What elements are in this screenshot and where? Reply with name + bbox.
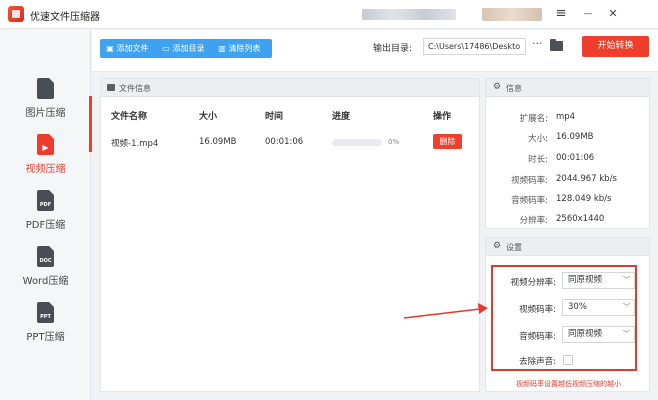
add-file-icon: ▣	[106, 44, 114, 53]
info-key: 视频码率:	[511, 176, 548, 186]
close-icon[interactable]: ✕	[605, 6, 621, 22]
select-value: 30%	[568, 302, 587, 312]
setting-key: 音频码率:	[519, 332, 556, 342]
bitrate-hint: 视频码率设置越低视频压缩的越小	[516, 380, 621, 388]
file-panel-header: 文件信息	[101, 79, 479, 97]
column-header-progress: 进度	[332, 112, 351, 122]
video-bitrate-select[interactable]: 30% ﹀	[562, 299, 635, 316]
file-panel-title: 文件信息	[119, 84, 151, 93]
info-value: 00:01:06	[556, 153, 595, 163]
info-key: 音频码率:	[511, 196, 548, 206]
sidebar-active-indicator	[89, 96, 92, 152]
sidebar-item-image[interactable]: 图片压缩	[0, 78, 91, 128]
setting-key: 去除声音:	[519, 357, 556, 367]
settings-panel-header: ⚙ 设置	[486, 238, 649, 256]
settings-panel: ⚙ 设置 视频分辨率: 同原视频 ﹀ 视频码率: 30% ﹀ 音频码率: 同原视…	[485, 237, 650, 392]
setting-key: 视频码率:	[519, 305, 556, 315]
sidebar-item-label: PPT压缩	[26, 332, 65, 343]
sidebar-item-label: PDF压缩	[25, 220, 66, 231]
chevron-down-icon: ﹀	[623, 303, 630, 311]
sidebar: 图片压缩 ▶ 视频压缩 PDF PDF压缩 DOC Word压缩 PPT PPT…	[0, 30, 91, 400]
setting-key: 视频分辨率:	[510, 278, 556, 288]
info-value: 2044.967 kb/s	[556, 174, 617, 184]
info-key: 扩展名:	[519, 114, 548, 124]
image-icon	[107, 84, 115, 91]
chevron-down-icon: ﹀	[623, 276, 630, 284]
trash-icon: ▥	[218, 44, 226, 53]
file-time-cell: 00:01:06	[265, 137, 304, 147]
file-name-cell: 视频-1.mp4	[111, 139, 159, 149]
info-panel-title: 信息	[506, 84, 522, 93]
progress-percent: 0%	[388, 138, 400, 146]
gear-icon: ⚙	[493, 241, 502, 251]
menu-icon[interactable]: ≡	[553, 6, 569, 22]
column-header-time: 时间	[265, 112, 284, 122]
toolbar: ▣ 添加文件 ▭ 添加目录 ▥ 清除列表 输出目录: C:\Users\1748…	[92, 30, 658, 72]
sidebar-item-video[interactable]: ▶ 视频压缩	[0, 134, 91, 184]
blurred-user-info	[362, 9, 456, 20]
app-title: 优速文件压缩器	[30, 12, 100, 23]
minimize-icon[interactable]: —	[580, 6, 596, 22]
start-convert-button[interactable]: 开始转换	[582, 36, 649, 57]
select-value: 同原视频	[568, 275, 603, 285]
chevron-down-icon: ﹀	[623, 330, 630, 338]
sidebar-item-word[interactable]: DOC Word压缩	[0, 246, 91, 296]
video-resolution-select[interactable]: 同原视频 ﹀	[562, 272, 635, 289]
info-value: 2560x1440	[556, 214, 605, 224]
browse-more-button[interactable]: ···	[532, 37, 543, 50]
column-header-size: 大小	[199, 112, 218, 122]
title-bar: 优速文件压缩器 ≡ — ✕	[0, 0, 658, 29]
select-value: 同原视频	[568, 329, 603, 339]
blurred-avatar	[482, 8, 542, 21]
add-file-button[interactable]: ▣ 添加文件	[106, 39, 149, 58]
pdf-file-icon: PDF	[37, 190, 54, 211]
settings-highlight-box: 视频分辨率: 同原视频 ﹀ 视频码率: 30% ﹀ 音频码率: 同原视频 ﹀ 去…	[491, 265, 637, 371]
remove-audio-checkbox[interactable]	[563, 355, 573, 365]
add-folder-label: 添加目录	[172, 44, 205, 53]
sidebar-item-ppt[interactable]: PPT PPT压缩	[0, 302, 91, 352]
sidebar-item-label: 视频压缩	[25, 164, 66, 175]
add-file-label: 添加文件	[116, 44, 149, 53]
clear-list-button[interactable]: ▥ 清除列表	[218, 39, 261, 58]
audio-bitrate-select[interactable]: 同原视频 ﹀	[562, 326, 635, 343]
word-file-icon: DOC	[37, 246, 54, 267]
add-folder-button[interactable]: ▭ 添加目录	[162, 39, 205, 58]
file-actions-group: ▣ 添加文件 ▭ 添加目录 ▥ 清除列表	[100, 39, 272, 58]
info-key: 时长:	[528, 155, 548, 165]
info-value: mp4	[556, 112, 576, 122]
ppt-file-icon: PPT	[37, 302, 54, 323]
info-value: 128.049 kb/s	[556, 194, 612, 204]
app-logo-icon	[8, 6, 24, 22]
info-key: 大小:	[528, 134, 548, 144]
info-value: 16.09MB	[556, 132, 594, 142]
sidebar-item-pdf[interactable]: PDF PDF压缩	[0, 190, 91, 240]
output-path-input[interactable]: C:\Users\17486\Deskto	[423, 38, 526, 55]
delete-button[interactable]: 删除	[433, 134, 462, 149]
progress-bar	[332, 139, 382, 146]
open-folder-icon[interactable]	[550, 39, 563, 51]
video-file-icon: ▶	[37, 134, 54, 155]
column-header-name: 文件名称	[111, 112, 148, 122]
image-file-icon	[37, 78, 54, 99]
column-header-action: 操作	[433, 112, 452, 122]
sidebar-item-label: Word压缩	[22, 276, 69, 287]
gear-icon: ⚙	[493, 82, 502, 92]
info-key: 分辨率:	[519, 216, 548, 226]
file-size-cell: 16.09MB	[199, 137, 237, 147]
clear-list-label: 清除列表	[228, 44, 261, 53]
folder-icon: ▭	[162, 44, 170, 53]
info-panel: ⚙ 信息 扩展名: mp4 大小: 16.09MB 时长: 00:01:06 视…	[485, 78, 650, 229]
file-list-panel: 文件信息 文件名称 大小 时间 进度 操作 视频-1.mp4 16.09MB 0…	[100, 78, 480, 392]
settings-panel-title: 设置	[506, 243, 522, 252]
info-panel-header: ⚙ 信息	[486, 79, 649, 97]
output-dir-label: 输出目录:	[373, 44, 413, 54]
sidebar-item-label: 图片压缩	[25, 108, 66, 119]
